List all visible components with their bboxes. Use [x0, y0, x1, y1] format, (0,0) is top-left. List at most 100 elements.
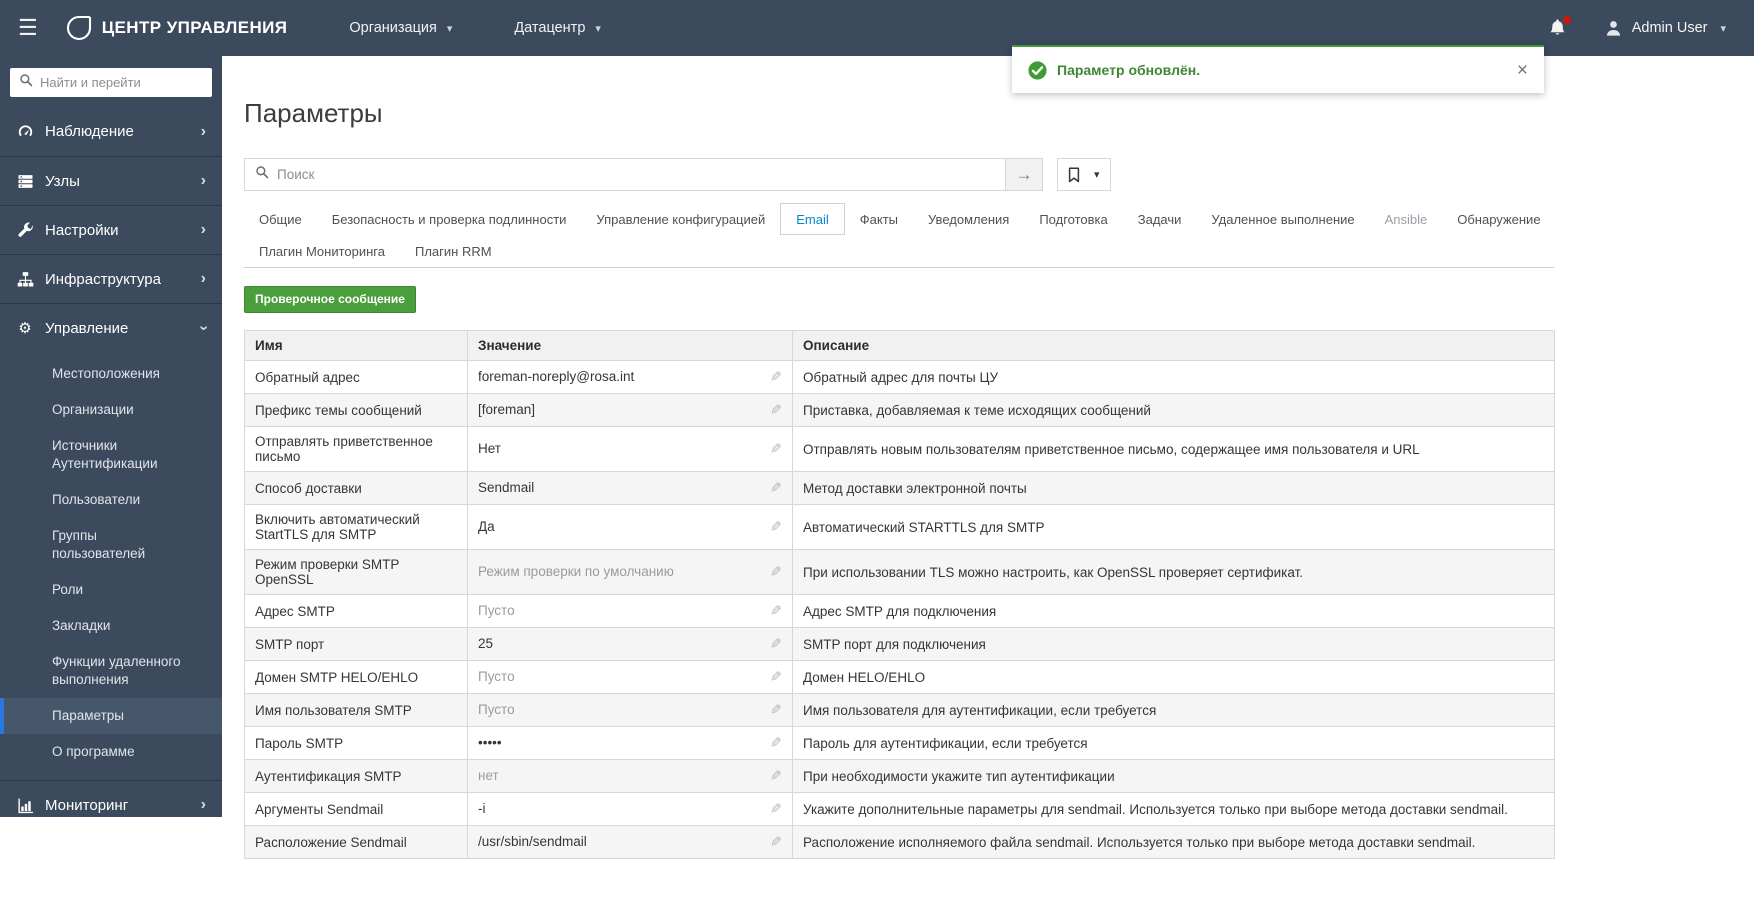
- setting-description-cell: Пароль для аутентификации, если требуетс…: [792, 726, 1555, 760]
- search-input[interactable]: [277, 167, 995, 182]
- sidebar-item-настройки[interactable]: Настройки ›: [0, 205, 222, 254]
- setting-value: Нет: [478, 441, 501, 456]
- edit-pencil-icon[interactable]: ✎: [770, 801, 782, 817]
- edit-pencil-icon[interactable]: ✎: [770, 834, 782, 850]
- setting-value: foreman-noreply@rosa.int: [478, 369, 635, 384]
- sidebar-item-инфраструктура[interactable]: Инфраструктура ›: [0, 254, 222, 303]
- setting-description-cell: При использовании TLS можно настроить, к…: [792, 549, 1555, 595]
- edit-pencil-icon[interactable]: ✎: [770, 702, 782, 718]
- setting-description-cell: Адрес SMTP для подключения: [792, 594, 1555, 628]
- sidebar-nav: Наблюдение › Узлы › Настройки › Инфрастр…: [0, 107, 222, 829]
- app-title: ЦЕНТР УПРАВЛЕНИЯ: [101, 18, 288, 37]
- setting-description-cell: SMTP порт для подключения: [792, 627, 1555, 661]
- tab-email[interactable]: Email: [780, 203, 845, 235]
- arrow-right-icon: →: [1015, 164, 1033, 184]
- tab-подготовка[interactable]: Подготовка: [1024, 203, 1122, 235]
- search-icon: [19, 73, 33, 92]
- setting-name-cell: Включить автоматический StartTLS для SMT…: [244, 504, 468, 550]
- table-row: Режим проверки SMTP OpenSSL Режим провер…: [244, 549, 1555, 595]
- sidebar-subitem-источники-аутентификации[interactable]: Источники Аутентификации: [0, 428, 222, 482]
- table-row: Имя пользователя SMTP Пусто ✎ Имя пользо…: [244, 693, 1555, 727]
- edit-pencil-icon[interactable]: ✎: [770, 603, 782, 619]
- tab-общие[interactable]: Общие: [244, 203, 317, 235]
- user-menu[interactable]: Admin User ▾: [1604, 19, 1726, 38]
- bookmark-dropdown-button[interactable]: ▾: [1057, 158, 1111, 191]
- column-header: Описание: [792, 330, 1555, 361]
- tab-обнаружение[interactable]: Обнаружение: [1442, 203, 1555, 235]
- sidebar-subitem-местоположения[interactable]: Местоположения: [0, 356, 222, 392]
- tab-безопасность-и-проверка-подлинности[interactable]: Безопасность и проверка подлинности: [317, 203, 582, 235]
- sidebar-item-наблюдение[interactable]: Наблюдение ›: [0, 107, 222, 156]
- sidebar-subitem-пользователи[interactable]: Пользователи: [0, 482, 222, 518]
- close-icon[interactable]: ×: [1517, 61, 1528, 80]
- edit-pencil-icon[interactable]: ✎: [770, 564, 782, 580]
- sidebar-item-узлы[interactable]: Узлы ›: [0, 156, 222, 205]
- setting-description-cell: Расположение исполняемого файла sendmail…: [792, 825, 1555, 859]
- setting-name-cell: Префикс темы сообщений: [244, 393, 468, 427]
- tab-ansible[interactable]: Ansible: [1370, 203, 1443, 235]
- edit-pencil-icon[interactable]: ✎: [770, 480, 782, 496]
- caret-down-icon: ▾: [446, 22, 453, 35]
- sidebar-subitem-организации[interactable]: Организации: [0, 392, 222, 428]
- datacenter-menu[interactable]: Датацентр ▾: [514, 20, 601, 36]
- notification-badge-dot: [1562, 16, 1571, 24]
- setting-value: Пусто: [478, 702, 515, 717]
- edit-pencil-icon[interactable]: ✎: [770, 369, 782, 385]
- setting-value: Пусто: [478, 669, 515, 684]
- search-field: [244, 158, 1006, 191]
- hamburger-menu-icon[interactable]: ☰: [18, 17, 38, 39]
- tab-row-1: Общие Безопасность и проверка подлинност…: [244, 203, 1554, 235]
- column-header: Значение: [467, 330, 793, 361]
- edit-pencil-icon[interactable]: ✎: [770, 441, 782, 457]
- setting-value-cell: нет ✎: [467, 759, 793, 793]
- sidebar-subitem-функции-удаленного-выполнения[interactable]: Функции удаленного выполнения: [0, 644, 222, 698]
- page-title: Параметры: [244, 98, 383, 128]
- sidebar-item-мониторинг[interactable]: Мониторинг ›: [0, 780, 222, 829]
- sidebar-subitem-роли[interactable]: Роли: [0, 572, 222, 608]
- chevron-right-icon: ›: [200, 172, 206, 189]
- setting-value: 25: [478, 636, 494, 651]
- sidebar-search-input[interactable]: [40, 75, 203, 90]
- sidebar-subitem-группы-пользователей[interactable]: Группы пользователей: [0, 518, 222, 572]
- tab-удаленное-выполнение[interactable]: Удаленное выполнение: [1196, 203, 1369, 235]
- setting-value-cell: ••••• ✎: [467, 726, 793, 760]
- chevron-right-icon: ›: [200, 270, 206, 287]
- notifications-button[interactable]: [1548, 16, 1571, 38]
- tab-управление-конфигурацией[interactable]: Управление конфигурацией: [581, 203, 780, 235]
- sidebar-item-управление[interactable]: ⚙ Управление ›: [0, 303, 222, 352]
- gauge-icon: [16, 123, 34, 141]
- search-submit-button[interactable]: →: [1006, 158, 1043, 191]
- organization-menu[interactable]: Организация ▾: [349, 20, 452, 36]
- edit-pencil-icon[interactable]: ✎: [770, 669, 782, 685]
- main-content: Параметры → ▾ Общие Безопасность и прове…: [244, 56, 1555, 859]
- table-row: Способ доставки Sendmail ✎ Метод доставк…: [244, 471, 1555, 505]
- edit-pencil-icon[interactable]: ✎: [770, 636, 782, 652]
- setting-value: Sendmail: [478, 480, 535, 495]
- edit-pencil-icon[interactable]: ✎: [770, 735, 782, 751]
- settings-tabs: Общие Безопасность и проверка подлинност…: [244, 203, 1554, 268]
- tab-плагин-мониторинга[interactable]: Плагин Мониторинга: [244, 235, 400, 267]
- setting-name-cell: Домен SMTP HELO/EHLO: [244, 660, 468, 694]
- organization-menu-label: Организация: [349, 20, 437, 36]
- brand: ЦЕНТР УПРАВЛЕНИЯ: [64, 13, 288, 43]
- edit-pencil-icon[interactable]: ✎: [770, 402, 782, 418]
- user-name: Admin User: [1631, 20, 1708, 36]
- sidebar-subitem-закладки[interactable]: Закладки: [0, 608, 222, 644]
- setting-value-cell: Пусто ✎: [467, 693, 793, 727]
- tab-плагин-rrm[interactable]: Плагин RRM: [400, 235, 507, 267]
- setting-value-cell: Нет ✎: [467, 426, 793, 472]
- edit-pencil-icon[interactable]: ✎: [770, 768, 782, 784]
- setting-name-cell: Режим проверки SMTP OpenSSL: [244, 549, 468, 595]
- setting-description-cell: Обратный адрес для почты ЦУ: [792, 360, 1555, 394]
- setting-value-cell: -i ✎: [467, 792, 793, 826]
- edit-pencil-icon[interactable]: ✎: [770, 519, 782, 535]
- table-row: Расположение Sendmail /usr/sbin/sendmail…: [244, 825, 1555, 859]
- tab-задачи[interactable]: Задачи: [1123, 203, 1197, 235]
- table-row: Адрес SMTP Пусто ✎ Адрес SMTP для подклю…: [244, 594, 1555, 628]
- tab-уведомления[interactable]: Уведомления: [913, 203, 1024, 235]
- sidebar-subitem-параметры[interactable]: Параметры: [0, 698, 222, 734]
- tab-факты[interactable]: Факты: [845, 203, 913, 235]
- sidebar-submenu: Местоположения Организации Источники Аут…: [0, 352, 222, 780]
- test-email-button[interactable]: Проверочное сообщение: [244, 286, 416, 313]
- sidebar-subitem-о-программе[interactable]: О программе: [0, 734, 222, 770]
